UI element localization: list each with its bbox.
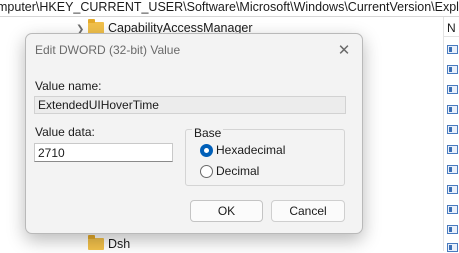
ok-button[interactable]: OK: [190, 200, 263, 222]
address-path: mputer\HKEY_CURRENT_USER\Software\Micros…: [0, 0, 459, 14]
reg-dword-icon: [447, 105, 458, 114]
tree-item-dsh[interactable]: Dsh: [88, 235, 130, 253]
folder-icon: [88, 235, 104, 250]
base-label: Base: [192, 126, 224, 140]
value-name-label: Value name:: [35, 79, 102, 93]
address-bar[interactable]: mputer\HKEY_CURRENT_USER\Software\Micros…: [0, 0, 459, 17]
decimal-radio[interactable]: [200, 165, 213, 178]
close-icon[interactable]: ✕: [331, 38, 357, 62]
edit-dword-dialog: Edit DWORD (32-bit) Value ✕ Value name: …: [25, 33, 363, 234]
tree-item-label: Dsh: [108, 237, 131, 251]
reg-dword-icon: [447, 45, 458, 54]
value-name-field: ExtendedUIHoverTime: [34, 96, 346, 114]
reg-dword-icon: [447, 205, 458, 214]
reg-dword-icon: [447, 165, 458, 174]
reg-dword-icon: [447, 185, 458, 194]
registry-values-pane[interactable]: N: [443, 17, 459, 252]
hexadecimal-radio[interactable]: [200, 144, 213, 157]
reg-dword-icon: [447, 65, 458, 74]
column-header-name[interactable]: N: [444, 17, 459, 37]
reg-dword-icon: [447, 145, 458, 154]
dialog-title: Edit DWORD (32-bit) Value: [35, 43, 181, 57]
value-data-label: Value data:: [35, 125, 95, 139]
reg-dword-icon: [447, 225, 458, 234]
reg-dword-icon: [447, 125, 458, 134]
hexadecimal-label[interactable]: Hexadecimal: [216, 143, 285, 157]
cancel-button[interactable]: Cancel: [271, 200, 345, 222]
decimal-label[interactable]: Decimal: [216, 164, 259, 178]
reg-dword-icon: [447, 85, 458, 94]
value-data-input[interactable]: [34, 143, 173, 162]
